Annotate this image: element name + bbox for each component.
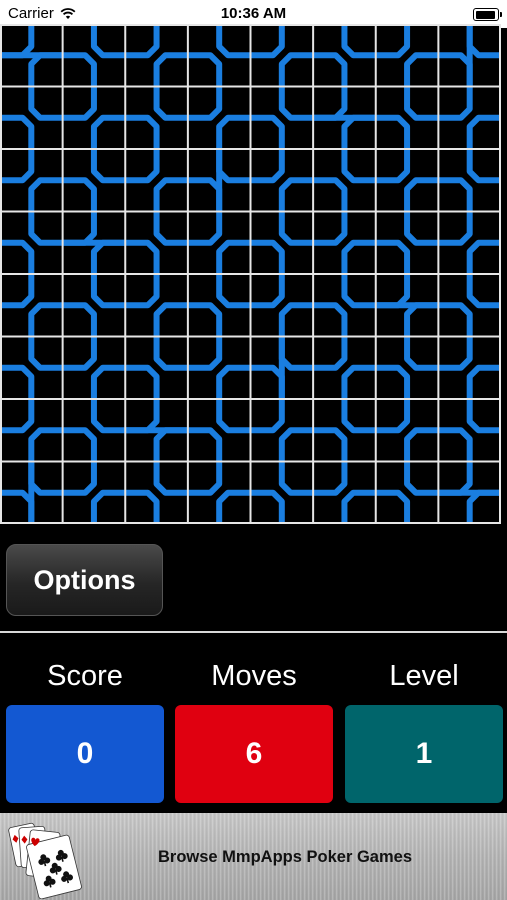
moves-label: Moves — [211, 660, 297, 692]
ad-banner[interactable]: Browse MmpApps Poker Games — [0, 813, 507, 900]
clock: 10:36 AM — [220, 5, 287, 22]
ad-text: Browse MmpApps Poker Games — [158, 848, 412, 866]
score-label: Score — [47, 660, 123, 692]
moves-value: 6 — [245, 737, 263, 770]
score-value: 0 — [76, 737, 94, 770]
level-value-box: 1 — [345, 705, 503, 803]
level-value: 1 — [415, 737, 433, 770]
level-label: Level — [389, 660, 459, 692]
playing-cards-icon — [8, 822, 82, 899]
score-value-box: 0 — [6, 705, 164, 803]
battery-icon — [473, 8, 502, 21]
moves-value-box: 6 — [175, 705, 333, 803]
pipe-grid[interactable] — [0, 24, 501, 524]
game-board[interactable] — [0, 24, 501, 524]
options-button[interactable]: Options — [6, 544, 163, 616]
divider — [0, 631, 507, 633]
